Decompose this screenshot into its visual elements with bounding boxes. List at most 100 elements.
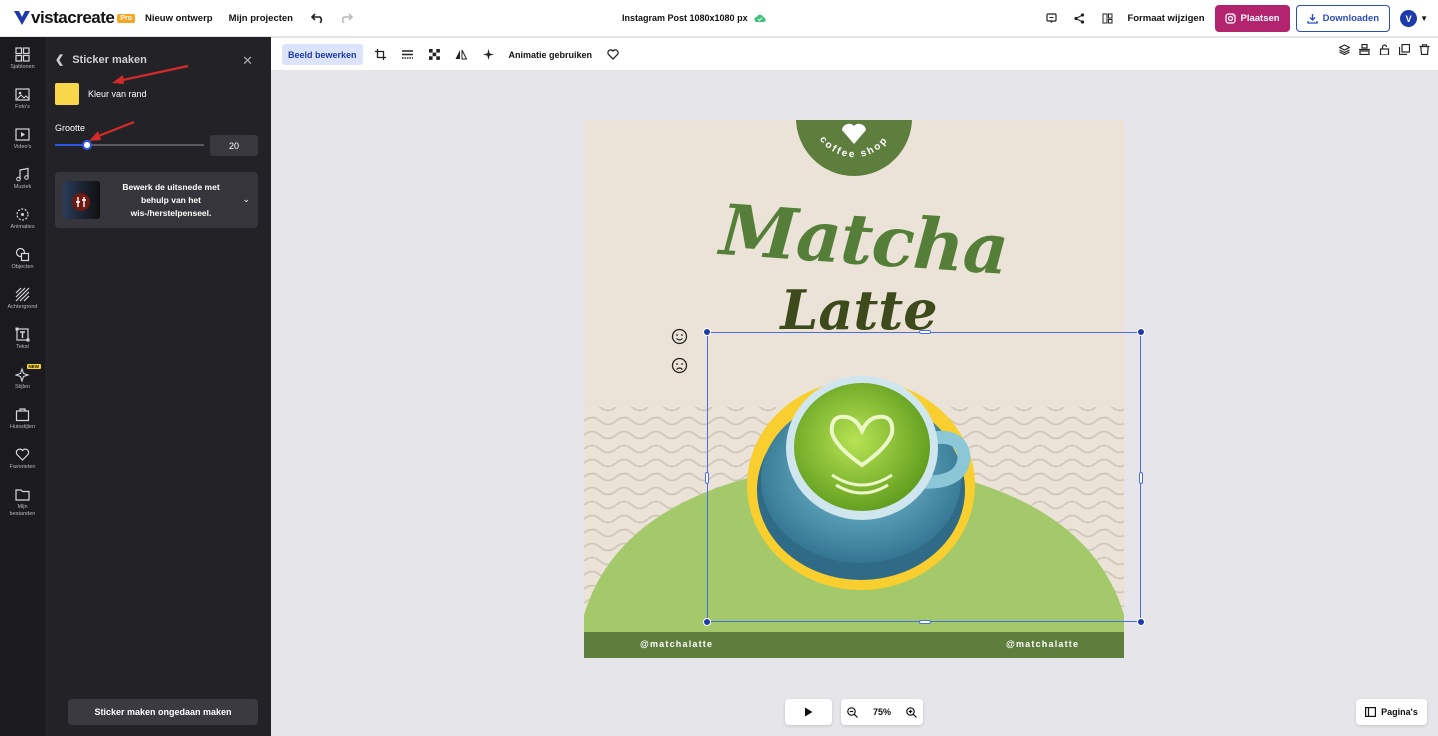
sidebar-item-favorites[interactable]: Favorieten: [0, 437, 45, 477]
badge-text-layer: coffee shop: [817, 134, 888, 160]
sidebar-item-templates[interactable]: Sjablonen: [0, 37, 45, 77]
app-name: vistacreate: [31, 8, 115, 27]
eraser-preview-thumbnail: [63, 181, 100, 219]
folder-icon: [15, 489, 30, 501]
play-button[interactable]: [785, 699, 832, 725]
flip-icon[interactable]: [452, 44, 471, 65]
zoom-in-icon[interactable]: [906, 706, 917, 718]
document-title[interactable]: Instagram Post 1080x1080 px: [622, 13, 766, 23]
my-projects-link[interactable]: Mijn projecten: [229, 13, 293, 24]
sidebar-item-label: Mijn bestanden: [9, 504, 36, 517]
sidebar-item-label: Video's: [13, 144, 32, 150]
pages-label: Pagina's: [1381, 707, 1418, 717]
heart-icon: [15, 448, 30, 461]
resize-handle-top-right[interactable]: [1137, 328, 1145, 336]
pages-button[interactable]: Pagina's: [1356, 699, 1427, 725]
new-design-link[interactable]: Nieuw ontwerp: [145, 13, 213, 24]
sidebar-item-label: Objecten: [11, 264, 34, 270]
badge-text: coffee shop: [817, 134, 888, 160]
zoom-control: 75%: [841, 699, 923, 725]
sidebar-item-background[interactable]: Achtergrond: [0, 277, 45, 317]
sidebar-item-label: Tekst: [16, 344, 29, 350]
sidebar-item-objects[interactable]: Objecten: [0, 237, 45, 277]
sidebar-item-label: Achtergrond: [7, 304, 38, 310]
chevron-down-icon[interactable]: ⌄: [242, 194, 250, 205]
smile-icon[interactable]: [671, 328, 688, 345]
sidebar-item-videos[interactable]: Video's: [0, 117, 45, 157]
size-slider[interactable]: [55, 140, 204, 150]
top-bar: vistacreate Pro Nieuw ontwerp Mijn proje…: [0, 0, 1438, 37]
layers-icon[interactable]: [1338, 44, 1351, 58]
sidebar-item-photos[interactable]: Foto's: [0, 77, 45, 117]
footer-handle-right[interactable]: @matchalatte: [1006, 639, 1079, 649]
undo-icon[interactable]: [310, 13, 325, 23]
panel-title: Sticker maken: [72, 53, 147, 66]
sidebar-item-brand-kits[interactable]: Huisstijlen: [0, 397, 45, 437]
pro-badge: Pro: [117, 13, 136, 23]
headline-latte[interactable]: Latte: [779, 278, 939, 342]
play-icon: [805, 707, 813, 717]
align-icon[interactable]: [1359, 43, 1370, 58]
trash-icon[interactable]: [1419, 44, 1430, 58]
zoom-level[interactable]: 75%: [873, 707, 891, 717]
sidebar-item-text[interactable]: Tekst: [0, 317, 45, 357]
sidebar-item-label: Sjablonen: [10, 64, 35, 70]
use-animation-button[interactable]: Animatie gebruiken: [509, 50, 593, 60]
design-artboard[interactable]: coffee shop Matcha Latte @matchalatte @m…: [584, 120, 1124, 658]
frown-icon[interactable]: [671, 357, 688, 374]
sidebar-item-styles[interactable]: NEW Stijlen: [0, 357, 45, 397]
resize-handle-bottom-right[interactable]: [1137, 618, 1145, 626]
transparency-icon[interactable]: [425, 44, 444, 65]
size-value-field[interactable]: 20: [210, 135, 258, 156]
video-icon: [15, 128, 30, 141]
share-icon[interactable]: [1065, 5, 1093, 32]
redo-icon[interactable]: [339, 13, 353, 23]
cloud-saved-icon: [753, 14, 766, 22]
photo-icon: [15, 88, 30, 101]
crop-icon[interactable]: [371, 44, 390, 65]
sidebar-item-label: Animaties: [10, 224, 35, 230]
duplicate-icon[interactable]: [1398, 43, 1411, 58]
sidebar-item-label: Foto's: [15, 104, 30, 110]
undo-sticker-button[interactable]: Sticker maken ongedaan maken: [68, 699, 258, 725]
footer-handle-left[interactable]: @matchalatte: [640, 639, 713, 649]
border-color-label: Kleur van rand: [88, 89, 147, 99]
sidebar-item-label: Stijlen: [15, 384, 30, 390]
account-caret-icon[interactable]: ▼: [1420, 14, 1428, 23]
sidebar-item-animations[interactable]: Animaties: [0, 197, 45, 237]
app-logo[interactable]: vistacreate Pro: [14, 8, 136, 28]
objects-icon: [15, 247, 30, 262]
lock-icon[interactable]: [1379, 44, 1390, 58]
panel-header[interactable]: ❮ Sticker maken: [55, 53, 147, 67]
document-title-text: Instagram Post 1080x1080 px: [622, 13, 748, 23]
eraser-hint-card[interactable]: Bewerk de uitsnede met behulp van het wi…: [55, 172, 258, 228]
size-slider-thumb[interactable]: [82, 140, 93, 150]
sidebar-item-label: Huisstijlen: [9, 424, 36, 430]
post-button-label: Plaatsen: [1240, 13, 1280, 24]
avatar[interactable]: V: [1400, 10, 1418, 27]
edit-image-button[interactable]: Beeld bewerken: [282, 44, 363, 65]
brand-kit-icon: [15, 408, 30, 422]
border-color-swatch[interactable]: [55, 83, 79, 105]
back-chevron-icon[interactable]: ❮: [55, 53, 64, 66]
styles-icon: [15, 367, 30, 382]
sidebar-item-my-files[interactable]: Mijn bestanden: [0, 477, 45, 517]
download-button[interactable]: Downloaden: [1295, 5, 1391, 32]
comment-icon[interactable]: [1037, 5, 1065, 32]
music-icon: [16, 167, 29, 182]
magic-icon[interactable]: [479, 44, 498, 65]
sticker-panel: ❮ Sticker maken ✕ Kleur van rand Grootte…: [45, 37, 271, 736]
sidebar-item-music[interactable]: Muziek: [0, 157, 45, 197]
resize-button[interactable]: Formaat wijzigen: [1127, 13, 1204, 24]
eraser-hint-text: Bewerk de uitsnede met behulp van het wi…: [122, 182, 220, 218]
heart-icon[interactable]: [603, 44, 622, 65]
pages-panel-icon: [1365, 707, 1377, 717]
new-badge: NEW: [26, 364, 41, 369]
close-icon[interactable]: ✕: [242, 53, 253, 69]
context-toolbar: Beeld bewerken Animatie gebruiken: [271, 38, 1438, 71]
layout-icon[interactable]: [1093, 5, 1121, 32]
resize-handle-right[interactable]: [1139, 472, 1143, 484]
zoom-out-icon[interactable]: [847, 706, 858, 718]
lines-icon[interactable]: [398, 44, 417, 65]
post-button[interactable]: Plaatsen: [1214, 5, 1290, 32]
